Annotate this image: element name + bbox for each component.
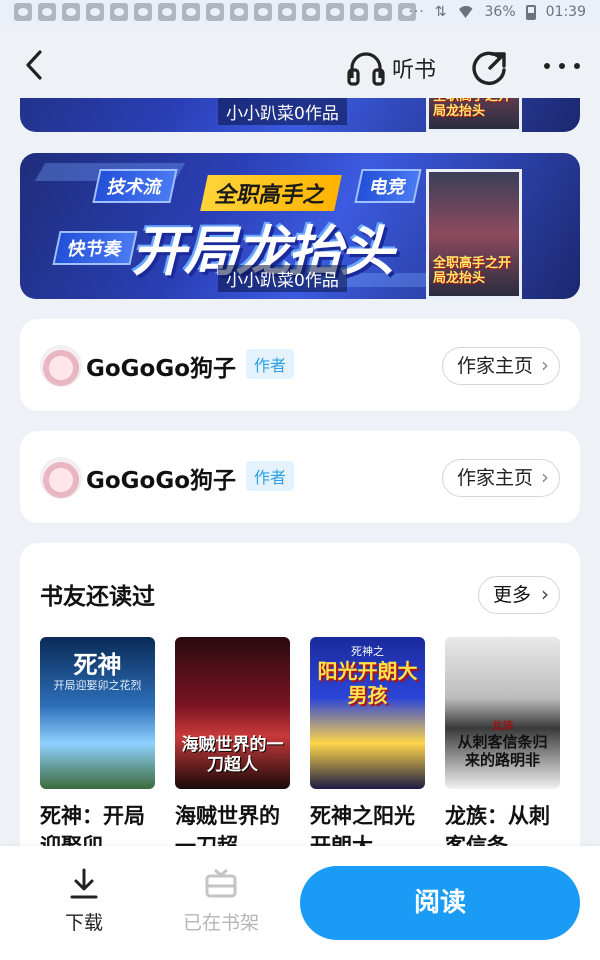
download-icon (70, 868, 98, 899)
network-icon: ⇅ (434, 4, 447, 20)
banner-cover-text: 全职高手之开局龙抬头 (433, 256, 512, 286)
book-cover: 龙族 从刺客信条归来的路明非 (445, 637, 560, 789)
banner-subtitle: 全职高手之 (200, 175, 342, 211)
battery-icon (525, 4, 536, 20)
notification-paw-icon (206, 3, 224, 21)
notification-paw-icon (278, 3, 296, 21)
shelf-status: 已在书架 (176, 866, 266, 935)
cover-title: 海贼世界的一刀超人 (181, 735, 284, 775)
listen-label: 听书 (392, 58, 437, 83)
shelf-label: 已在书架 (182, 912, 259, 934)
notification-paw-icon (38, 3, 56, 21)
book-list: 死神 开局迎娶卯之花烈 死神：开局迎娶卯 海贼世界的一刀超人 海贼世界的一刀超 … (40, 637, 560, 861)
book-cover: 死神 开局迎娶卯之花烈 (40, 637, 155, 789)
book-item[interactable]: 海贼世界的一刀超人 海贼世界的一刀超 (175, 637, 290, 861)
section-title: 书友还读过 (40, 584, 155, 610)
author-card: GoGoGo狗子 作者 作家主页 (20, 431, 580, 523)
banner-tag: 快节奏 (52, 231, 138, 265)
more-button[interactable]: 更多 (477, 576, 560, 614)
notification-paw-icon (86, 3, 104, 21)
author-badge: 作者 (246, 461, 295, 491)
avatar[interactable] (40, 345, 82, 387)
also-read-section: 书友还读过 更多 死神 开局迎娶卯之花烈 死神：开局迎娶卯 海贼世界的一刀超人 … (20, 543, 580, 873)
clock: 01:39 (545, 4, 586, 20)
notification-paw-icon (134, 3, 152, 21)
notification-paw-icon (230, 3, 248, 21)
avatar[interactable] (40, 457, 82, 499)
notification-paw-icon (326, 3, 344, 21)
book-banner[interactable]: 技术流 快节奏 电竞 全职高手之 开局龙抬头 小小趴菜0作品 全职高手之开局龙抬… (20, 153, 580, 299)
book-cover: 海贼世界的一刀超人 (175, 637, 290, 789)
book-cover: 死神之 阳光开朗大男孩 (310, 637, 425, 789)
read-button[interactable]: 阅读 (300, 866, 580, 940)
status-right: ··· ⇅ 36% 01:39 (408, 4, 586, 20)
wifi-icon (456, 6, 475, 18)
author-home-button[interactable]: 作家主页 (441, 459, 560, 497)
book-item[interactable]: 龙族 从刺客信条归来的路明非 龙族：从刺客信条 (445, 637, 560, 861)
book-item[interactable]: 死神 开局迎娶卯之花烈 死神：开局迎娶卯 (40, 637, 155, 861)
author-card: GoGoGo狗子 作者 作家主页 (20, 319, 580, 411)
status-bar: ··· ⇅ 36% 01:39 (0, 0, 600, 26)
listen-button[interactable]: 听书 (346, 50, 436, 86)
notification-icons (14, 3, 416, 21)
download-button[interactable]: 下载 (48, 866, 120, 935)
cover-subtitle: 死神之 (351, 645, 384, 658)
author-name[interactable]: GoGoGo狗子 (86, 349, 236, 383)
notification-paw-icon (62, 3, 80, 21)
bottom-action-bar: 下载 已在书架 阅读 (0, 846, 600, 960)
notification-paw-icon (254, 3, 272, 21)
book-item[interactable]: 死神之 阳光开朗大男孩 死神之阳光开朗大 (310, 637, 425, 861)
battery-percent: 36% (484, 4, 516, 20)
banner-tag: 技术流 (92, 169, 178, 203)
banner-book-cover: 全职高手之开局龙抬头 (426, 169, 522, 299)
share-icon[interactable] (470, 48, 508, 86)
cover-title: 从刺客信条归来的路明非 (457, 733, 548, 769)
notification-paw-icon (110, 3, 128, 21)
cover-title: 死神 (73, 651, 122, 679)
more-dots-icon[interactable] (544, 54, 580, 78)
notification-paw-icon (158, 3, 176, 21)
banner-byline: 小小趴菜0作品 (218, 265, 347, 292)
banner-tag: 电竞 (354, 169, 422, 203)
headphones-icon (347, 52, 385, 86)
author-name[interactable]: GoGoGo狗子 (86, 461, 236, 495)
cover-subtitle: 龙族 (491, 719, 514, 732)
author-badge: 作者 (246, 349, 295, 379)
notification-paw-icon (302, 3, 320, 21)
author-home-button[interactable]: 作家主页 (441, 347, 560, 385)
overflow-dots-icon: ··· (408, 4, 425, 20)
top-header: 听书 (0, 26, 600, 106)
back-arrow-icon[interactable] (20, 48, 48, 82)
banner-art: 技术流 快节奏 电竞 全职高手之 开局龙抬头 小小趴菜0作品 全职高手之开局龙抬… (20, 153, 580, 299)
cover-title: 阳光开朗大男孩 (317, 659, 418, 707)
cover-subtitle: 开局迎娶卯之花烈 (53, 679, 142, 692)
notification-paw-icon (374, 3, 392, 21)
notification-paw-icon (350, 3, 368, 21)
download-label: 下载 (64, 912, 103, 934)
notification-paw-icon (14, 3, 32, 21)
bookshelf-icon (205, 868, 237, 898)
notification-paw-icon (182, 3, 200, 21)
